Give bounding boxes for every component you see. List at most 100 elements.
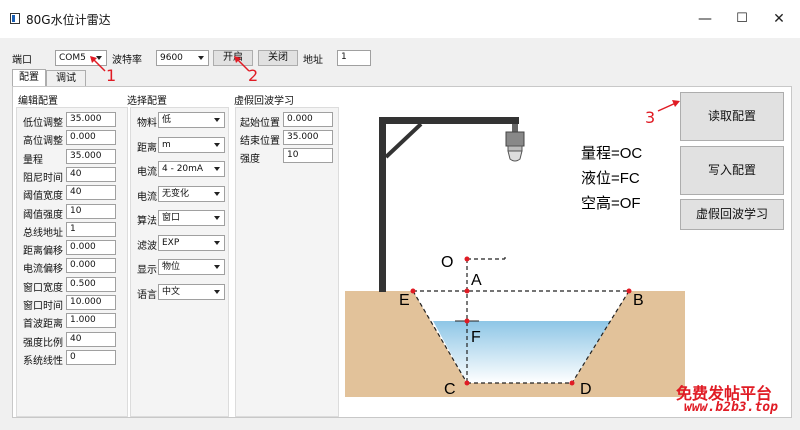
value-input[interactable]: 40	[66, 166, 116, 182]
tab-config[interactable]: 配置	[12, 69, 46, 87]
sensor-horn	[507, 150, 523, 162]
field-label: 强度	[240, 154, 260, 165]
option-select[interactable]: 窗口	[158, 210, 225, 226]
minimize-button[interactable]: —	[690, 6, 720, 32]
field-label: 总线地址	[23, 227, 63, 239]
value-input[interactable]: 35.000	[66, 148, 116, 164]
legend-range: 量程=OC	[581, 145, 642, 162]
field-label: 距离	[137, 142, 157, 154]
value-input[interactable]: 0.000	[66, 258, 116, 274]
baud-value: 9600	[160, 53, 183, 63]
field-value: 0.500	[70, 278, 96, 289]
legend-air-height: 空高=OF	[581, 195, 641, 212]
port-value: COM5	[59, 53, 86, 63]
field-label: 系统线性	[23, 355, 63, 367]
sensor-collar	[507, 145, 523, 152]
point-d	[569, 380, 575, 386]
address-label: 地址	[303, 55, 323, 66]
value-input[interactable]: 10	[66, 203, 116, 219]
value-input[interactable]: 40	[66, 185, 116, 201]
field-value: 中文	[162, 286, 181, 297]
field-value: 0.000	[70, 242, 96, 253]
field-label: 语言	[137, 289, 157, 301]
field-label: 首波距离	[23, 319, 63, 331]
baud-select[interactable]: 9600	[156, 50, 209, 66]
chevron-down-icon	[214, 142, 220, 147]
option-select[interactable]: 中文	[158, 283, 225, 300]
select-config-group: 物料低距离 m 电流 4 - 20mA 电流 无变化 算法 窗口 滤波 EXP 显示 物位 语言 中文	[130, 107, 229, 417]
field-value: 40	[70, 333, 82, 344]
field-label: 电流	[137, 191, 157, 203]
chevron-down-icon	[214, 191, 220, 196]
option-select[interactable]: 4 - 20mA	[158, 161, 225, 177]
option-select[interactable]: 无变化	[158, 185, 225, 202]
chevron-down-icon	[214, 167, 220, 171]
baud-label: 波特率	[112, 55, 142, 66]
field-value: 无变化	[162, 188, 190, 199]
field-value: 10.000	[70, 297, 102, 307]
value-input[interactable]: 10.000	[66, 295, 116, 310]
value-input[interactable]: 1.000	[66, 313, 116, 329]
field-value: 10	[287, 150, 299, 160]
field-label: 高位调整	[23, 136, 63, 148]
write-config-button[interactable]: 写入配置	[680, 146, 784, 195]
field-label: 阈值宽度	[23, 191, 63, 203]
field-value: 35.000	[70, 114, 102, 124]
edit-config-title: 编辑配置	[18, 96, 58, 107]
field-label: 算法	[137, 216, 157, 227]
mount-pole	[379, 117, 386, 292]
value-input[interactable]: 35.000	[283, 130, 333, 145]
option-select[interactable]: EXP	[158, 234, 225, 251]
value-input[interactable]: 10	[283, 148, 333, 163]
field-value: 低	[162, 115, 172, 125]
field-label: 量程	[23, 154, 43, 166]
option-select[interactable]: 物位	[158, 259, 225, 275]
read-config-button[interactable]: 读取配置	[680, 92, 784, 141]
chevron-down-icon	[214, 289, 220, 294]
label-a: A	[471, 272, 482, 289]
field-label: 结束位置	[240, 136, 280, 147]
field-value: 4 - 20mA	[162, 164, 204, 174]
tab-debug[interactable]: 调试	[46, 70, 86, 86]
value-input[interactable]: 0.000	[66, 240, 116, 256]
sensor-stem	[512, 124, 518, 132]
field-value: 35.000	[70, 150, 102, 161]
field-value: 0.000	[70, 260, 96, 271]
field-label: 电流偏移	[23, 264, 63, 276]
config-panel: 编辑配置 低位调整 35.000 高位调整 0.000 量程 35.000 阻尼时间 40 阈值…	[12, 86, 792, 418]
close-window-button[interactable]: ✕	[764, 6, 794, 32]
value-input[interactable]: 0.000	[66, 130, 116, 146]
value-input[interactable]: 0.500	[66, 276, 116, 292]
option-select[interactable]: m	[158, 136, 225, 153]
close-port-button[interactable]: 关闭	[258, 50, 298, 66]
field-value: 1.000	[70, 315, 96, 326]
point-b	[626, 288, 632, 294]
field-label: 窗口宽度	[23, 282, 63, 294]
field-value: 10	[70, 205, 82, 216]
false-echo-title: 虚假回波学习	[234, 96, 294, 107]
value-input[interactable]: 40	[66, 331, 116, 347]
value-input[interactable]: 0	[66, 349, 116, 365]
annotation-arrow-2	[234, 56, 250, 72]
point-c	[464, 380, 470, 386]
value-input[interactable]: 0.000	[283, 112, 333, 127]
title-bar: 80G水位计雷达 — ☐ ✕	[0, 0, 800, 38]
chevron-down-icon	[214, 118, 220, 122]
address-input[interactable]: 1	[337, 50, 371, 66]
point-e	[410, 288, 416, 294]
value-input[interactable]: 35.000	[66, 112, 116, 127]
mount-arm	[379, 117, 519, 124]
option-select[interactable]: 低	[158, 112, 225, 128]
value-input[interactable]: 1	[66, 221, 116, 237]
maximize-button[interactable]: ☐	[727, 6, 757, 32]
field-label: 距离偏移	[23, 246, 63, 258]
field-value: EXP	[162, 237, 180, 248]
port-label: 端口	[12, 55, 32, 66]
false-echo-learn-button[interactable]: 虚假回波学习	[680, 199, 784, 230]
field-value: 1	[70, 223, 76, 234]
field-label: 阈值强度	[23, 209, 63, 221]
field-value: 物位	[162, 262, 181, 272]
annotation-3: 3	[645, 108, 656, 127]
field-label: 低位调整	[23, 118, 63, 129]
chevron-down-icon	[214, 265, 220, 269]
